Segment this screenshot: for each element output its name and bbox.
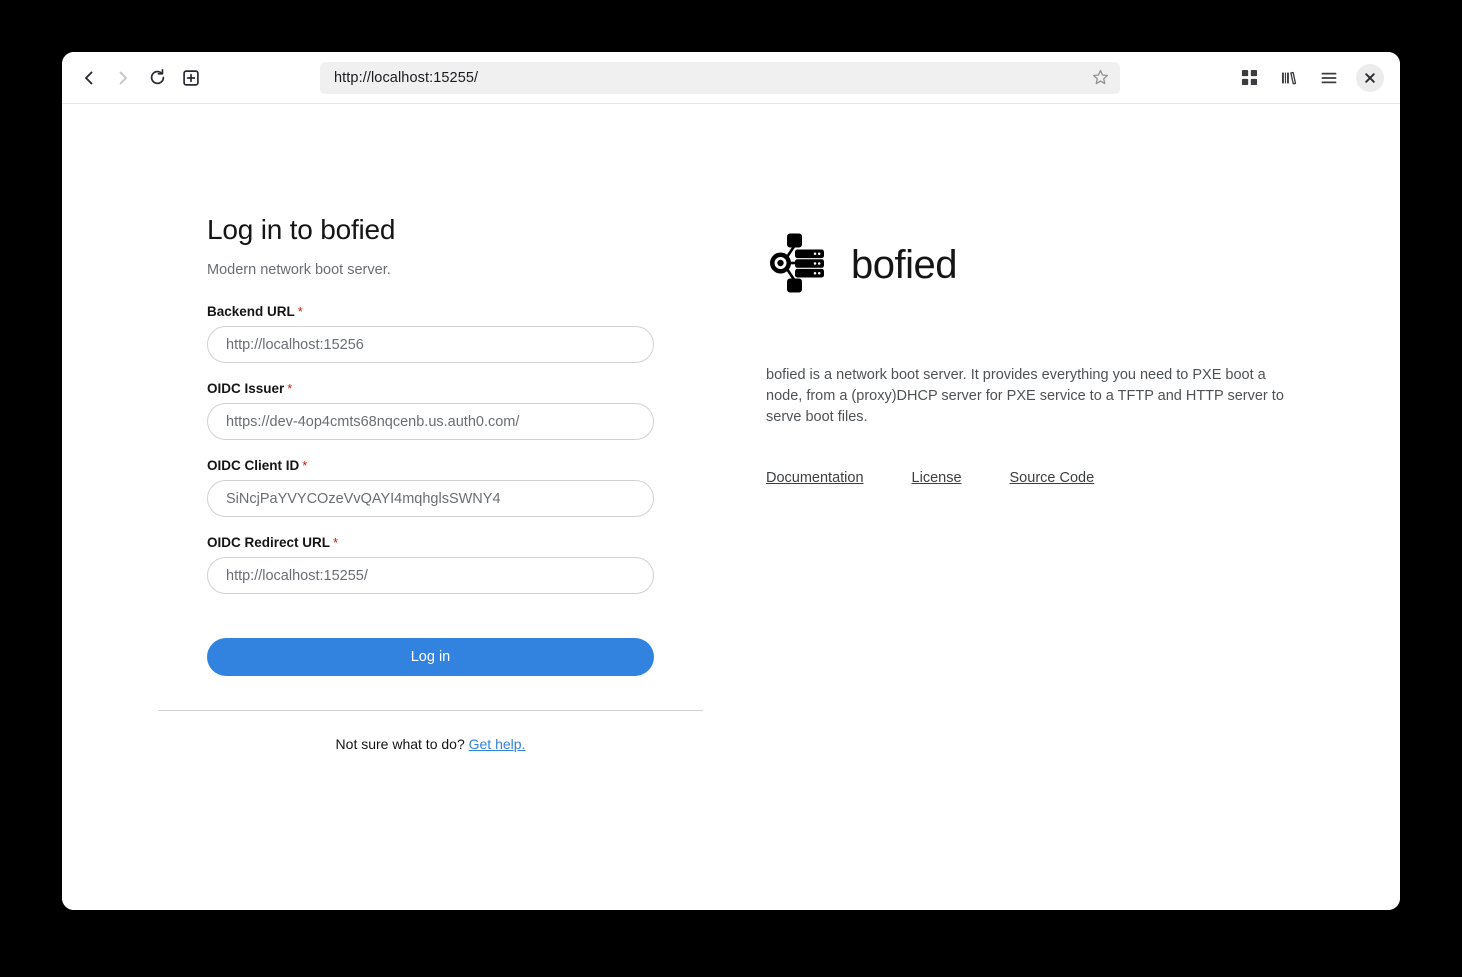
about-description: bofied is a network boot server. It prov… [766,367,1284,425]
help-prompt-text: Not sure what to do? [335,736,465,752]
required-marker: * [297,304,303,319]
url-bar-container: http://localhost:15255/ [208,61,1232,94]
new-tab-button[interactable] [174,61,208,95]
page-title: Log in to bofied [207,214,396,245]
logo-svg [770,233,824,293]
reload-button[interactable] [140,61,174,95]
label-oidc-redirect-url: OIDC Redirect URL * [207,535,704,550]
divider [158,710,703,711]
footer-links: Documentation License Source Code [766,470,1310,486]
help-row: Not sure what to do? Get help. [158,736,703,752]
label-oidc-client-id-text: OIDC Client ID [207,458,300,473]
field-group-oidc-client-id: OIDC Client ID * [207,458,704,517]
oidc-redirect-url-input[interactable] [207,557,654,594]
close-window-button[interactable] [1356,63,1384,92]
field-group-oidc-issuer: OIDC Issuer * [207,381,704,440]
browser-toolbar: http://localhost:15255/ [62,52,1400,104]
star-icon [1092,69,1108,85]
required-marker: * [287,381,293,396]
brand-row: bofied [766,232,1310,299]
plus-box-icon [183,69,199,86]
page-subtitle: Modern network boot server. [207,262,391,278]
license-link[interactable]: License [912,470,962,486]
brand-name: bofied [851,243,957,287]
close-icon [1365,72,1375,83]
hamburger-menu-icon [1321,72,1337,83]
label-oidc-issuer: OIDC Issuer * [207,381,704,396]
required-marker: * [302,458,308,473]
required-marker: * [333,535,339,550]
content-grid: Log in to bofied Modern network boot ser… [62,104,1400,752]
extensions-button[interactable] [1232,61,1266,95]
field-group-backend-url: Backend URL * [207,304,704,363]
about-panel: bofied bofied is a network boot server. … [704,214,1400,752]
toolbar-actions [1232,61,1384,95]
label-backend-url: Backend URL * [207,304,704,319]
network-boot-server-icon [766,232,826,299]
address-bar-text: http://localhost:15255/ [334,69,479,86]
source-code-link[interactable]: Source Code [1010,470,1095,486]
library-books-icon [1281,71,1297,84]
field-group-oidc-redirect-url: OIDC Redirect URL * [207,535,704,594]
chevron-right-icon [119,71,127,84]
bookmark-star-icon[interactable] [1086,64,1114,92]
oidc-issuer-input[interactable] [207,403,654,440]
forward-button[interactable] [106,61,140,95]
get-help-link[interactable]: Get help. [469,736,526,752]
label-oidc-redirect-url-text: OIDC Redirect URL [207,535,331,550]
page-content: Log in to bofied Modern network boot ser… [62,104,1400,910]
app-menu-button[interactable] [1312,61,1346,95]
grid-icon [1241,69,1257,86]
label-oidc-client-id: OIDC Client ID * [207,458,704,473]
login-form: Backend URL* OIDC Issuer* OIDC Client ID… [207,304,704,676]
label-oidc-issuer-text: OIDC Issuer [207,381,285,396]
login-panel: Log in to bofied Modern network boot ser… [62,214,704,752]
library-button[interactable] [1272,61,1306,95]
login-button[interactable]: Log in [207,638,654,676]
back-button[interactable] [72,61,106,95]
backend-url-input[interactable] [207,326,654,363]
documentation-link[interactable]: Documentation [766,470,864,486]
label-backend-url-text: Backend URL [207,304,295,319]
oidc-client-id-input[interactable] [207,480,654,517]
reload-icon [150,68,164,85]
chevron-left-icon [85,71,93,84]
browser-window: http://localhost:15255/ Log in to bofied… [62,52,1400,910]
address-bar[interactable]: http://localhost:15255/ [320,61,1120,94]
